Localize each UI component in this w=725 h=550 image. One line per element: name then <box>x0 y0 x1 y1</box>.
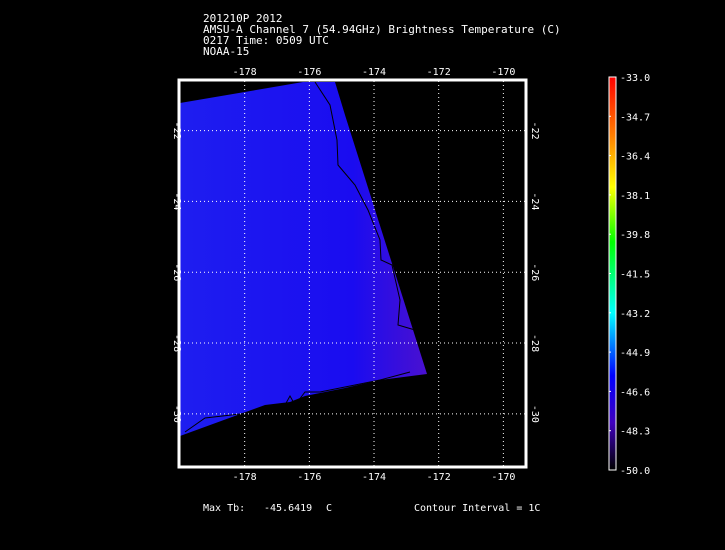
y-tick-label-right: -24 <box>529 192 540 210</box>
map-plot: -178 -178 -176 -176 -174 -174 -172 -172 -170 -170… <box>171 67 650 483</box>
max-tb-value: -45.6419 <box>264 503 313 514</box>
satellite-swath <box>180 82 427 436</box>
x-tick-label-bottom: -174 <box>362 472 386 483</box>
max-tb-unit: C <box>326 503 333 514</box>
colorbar-tick-label: -39.8 <box>620 230 650 241</box>
y-tick-label-right: -30 <box>529 405 540 423</box>
x-tick-label-top: -172 <box>427 67 451 78</box>
max-tb-label: Max Tb: <box>203 503 246 514</box>
y-tick-label-left: -26 <box>171 263 182 281</box>
y-tick-label-right: -26 <box>529 263 540 281</box>
x-tick-label-bottom: -170 <box>491 472 515 483</box>
colorbar-tick-label: -36.4 <box>620 152 650 163</box>
colorbar-tick-label: -43.2 <box>620 309 650 320</box>
x-tick-label-top: -176 <box>297 67 321 78</box>
colorbar-tick-label: -44.9 <box>620 348 650 359</box>
y-tick-label-right: -22 <box>529 122 540 140</box>
colorbar-tick-label: -46.6 <box>620 387 650 398</box>
colorbar-tick-label: -48.3 <box>620 427 650 438</box>
colorbar-tick-label: -34.7 <box>620 112 650 123</box>
x-tick-label-bottom: -172 <box>427 472 451 483</box>
y-tick-label-right: -28 <box>529 334 540 352</box>
x-tick-label-bottom: -178 <box>233 472 257 483</box>
colorbar-tick-label: -41.5 <box>620 270 650 281</box>
y-tick-label-left: -22 <box>171 122 182 140</box>
colorbar-tick-label: -50.0 <box>620 466 650 477</box>
y-tick-label-left: -30 <box>171 405 182 423</box>
y-tick-label-left: -24 <box>171 192 182 210</box>
contour-interval: Contour Interval = 1C <box>414 503 541 514</box>
x-tick-label-top: -170 <box>491 67 515 78</box>
x-tick-label-top: -174 <box>362 67 386 78</box>
y-tick-label-left: -28 <box>171 334 182 352</box>
x-tick-label-top: -178 <box>233 67 257 78</box>
colorbar-tick-label: -38.1 <box>620 191 650 202</box>
colorbar-tick-label: -33.0 <box>620 73 650 84</box>
x-tick-label-bottom: -176 <box>297 472 321 483</box>
